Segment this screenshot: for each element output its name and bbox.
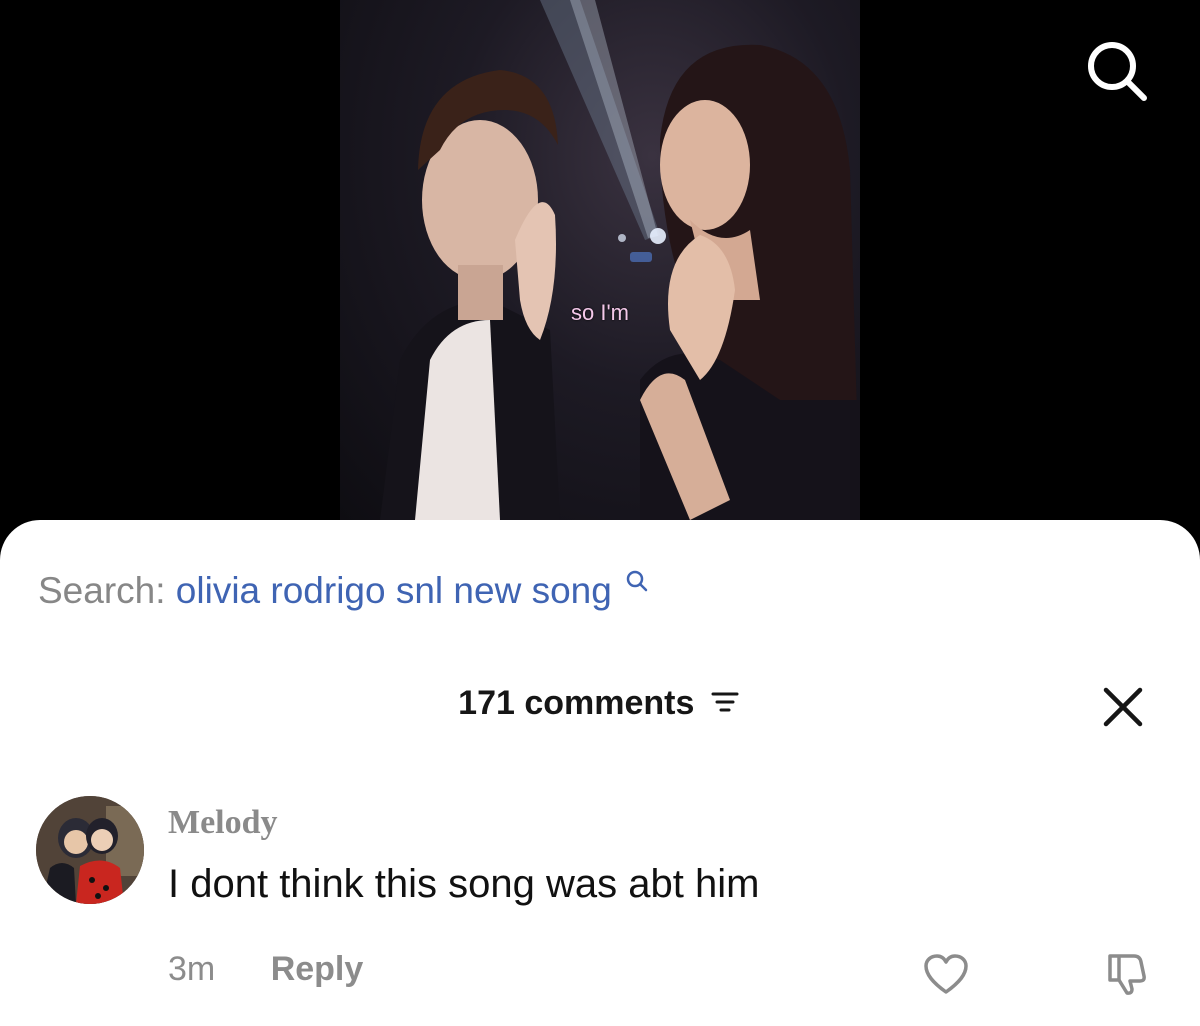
reply-button[interactable]: Reply xyxy=(271,950,364,988)
comment-timestamp: 3m xyxy=(168,950,216,988)
video-player[interactable]: so I'm xyxy=(0,0,1200,560)
video-frame[interactable]: so I'm xyxy=(340,0,860,520)
search-query-link[interactable]: olivia rodrigo snl new song xyxy=(176,570,612,611)
comment-item: Melody I dont think this song was abt hi… xyxy=(36,796,1166,1016)
avatar-image xyxy=(36,796,144,904)
comments-count: 171 comments xyxy=(458,684,695,722)
comment-text: I dont think this song was abt him xyxy=(168,862,760,906)
search-prefix-label: Search: xyxy=(38,570,166,611)
search-icon xyxy=(626,570,648,592)
avatar[interactable] xyxy=(36,796,144,904)
close-icon[interactable] xyxy=(1100,684,1146,730)
comments-count-header[interactable]: 171 comments xyxy=(0,684,1200,723)
comments-sheet: Search: olivia rodrigo snl new song 171 … xyxy=(0,520,1200,1026)
video-still-image xyxy=(380,0,860,520)
search-icon[interactable] xyxy=(1080,34,1152,106)
thumbs-down-icon[interactable] xyxy=(1104,948,1152,996)
comment-meta: 3m Reply xyxy=(168,950,363,989)
filter-icon[interactable] xyxy=(708,687,742,717)
video-caption: so I'm xyxy=(571,300,629,325)
heart-icon[interactable] xyxy=(922,952,970,996)
search-suggestion[interactable]: Search: olivia rodrigo snl new song xyxy=(38,570,650,612)
comment-username[interactable]: Melody xyxy=(168,804,278,842)
